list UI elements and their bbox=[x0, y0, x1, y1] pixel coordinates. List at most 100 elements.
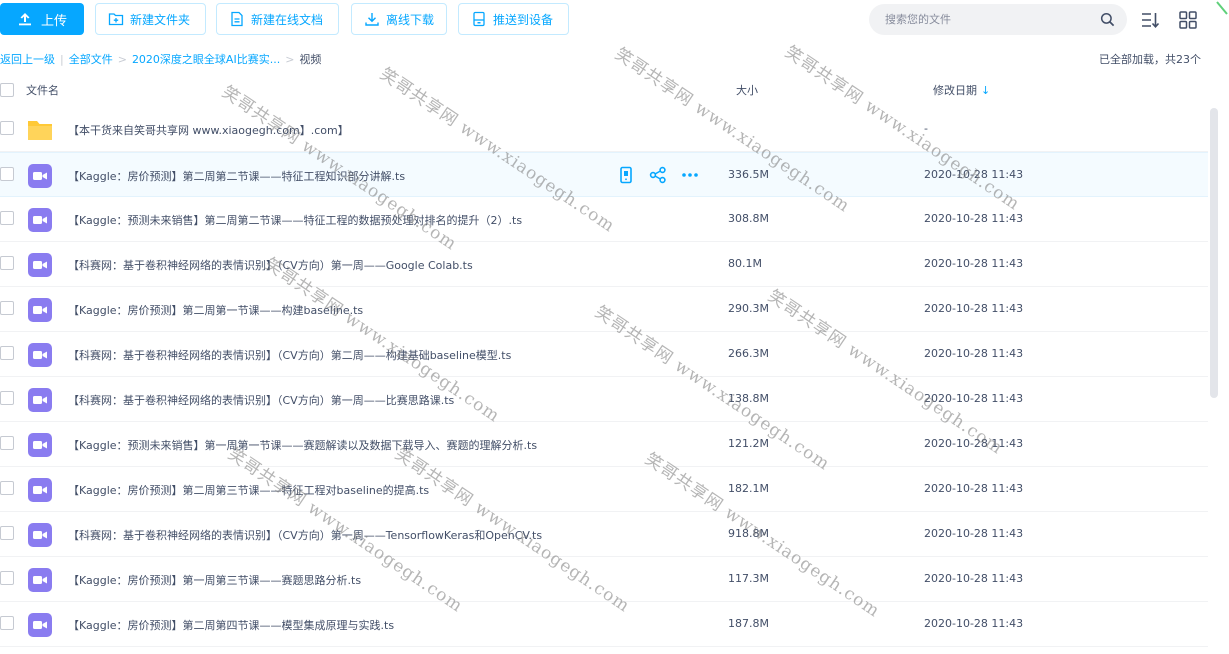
video-file-icon bbox=[28, 523, 52, 547]
video-file-icon bbox=[28, 388, 52, 412]
row-checkbox[interactable] bbox=[0, 121, 14, 135]
video-file-icon bbox=[28, 478, 52, 502]
file-name[interactable]: 【Kaggle：预测未来销售】第二周第二节课——特征工程的数据预处理对排名的提升… bbox=[68, 212, 522, 228]
grid-view-icon[interactable] bbox=[1178, 10, 1198, 30]
file-row[interactable]: 【Kaggle：房价预测】第二周第二节课——特征工程知识部分讲解.ts 336.… bbox=[0, 152, 1208, 197]
file-date: - bbox=[924, 122, 928, 135]
sort-down-arrow-icon: ↓ bbox=[981, 83, 991, 97]
file-name[interactable]: 【Kaggle：房价预测】第二周第一节课——构建baseline.ts bbox=[68, 302, 363, 318]
file-size: 336.5M bbox=[728, 168, 769, 181]
row-checkbox[interactable] bbox=[0, 346, 14, 360]
file-name[interactable]: 【Kaggle：房价预测】第一周第三节课——赛题思路分析.ts bbox=[68, 572, 361, 588]
row-checkbox[interactable] bbox=[0, 301, 14, 315]
file-name[interactable]: 【科赛网：基于卷积神经网络的表情识别】（CV方向）第一周——Tensorflow… bbox=[68, 527, 542, 543]
new-doc-label: 新建在线文档 bbox=[251, 12, 324, 27]
file-row[interactable]: 【Kaggle：房价预测】第二周第一节课——构建baseline.ts 290.… bbox=[0, 287, 1208, 332]
row-checkbox[interactable] bbox=[0, 391, 14, 405]
new-folder-label: 新建文件夹 bbox=[130, 12, 191, 27]
file-name[interactable]: 【本干货来自笑哥共享网 www.xiaogegh.com】.com】 bbox=[68, 122, 349, 138]
file-date: 2020-10-28 11:43 bbox=[924, 617, 1024, 630]
file-size: 308.8M bbox=[728, 212, 769, 225]
row-checkbox[interactable] bbox=[0, 436, 14, 450]
select-all-checkbox[interactable] bbox=[0, 83, 14, 97]
file-date: 2020-10-28 11:43 bbox=[924, 482, 1024, 495]
column-size[interactable]: 大小 bbox=[736, 82, 758, 98]
file-date: 2020-10-28 11:43 bbox=[924, 392, 1024, 405]
video-file-icon bbox=[28, 208, 52, 232]
file-date: 2020-10-28 11:43 bbox=[924, 527, 1024, 540]
file-row[interactable]: 【Kaggle：房价预测】第二周第四节课——模型集成原理与实践.ts 187.8… bbox=[0, 602, 1208, 647]
file-row[interactable]: 【科赛网：基于卷积神经网络的表情识别】（CV方向）第一周——Google Col… bbox=[0, 242, 1208, 287]
folder-link[interactable]: 2020深度之眼全球AI比赛实... bbox=[132, 51, 280, 67]
file-name[interactable]: 【Kaggle：房价预测】第二周第二节课——特征工程知识部分讲解.ts bbox=[68, 168, 405, 184]
push-device-label: 推送到设备 bbox=[493, 12, 554, 27]
file-size: 187.8M bbox=[728, 617, 769, 630]
file-date: 2020-10-28 11:43 bbox=[924, 212, 1024, 225]
file-row[interactable]: 【科赛网：基于卷积神经网络的表情识别】（CV方向）第一周——比赛思路课.ts 1… bbox=[0, 377, 1208, 422]
video-file-icon bbox=[28, 568, 52, 592]
breadcrumb: 返回上一级 | 全部文件 > 2020深度之眼全球AI比赛实... > 视频 bbox=[0, 51, 321, 67]
file-row[interactable]: 【Kaggle：预测未来销售】第二周第二节课——特征工程的数据预处理对排名的提升… bbox=[0, 197, 1208, 242]
file-row[interactable]: 【科赛网：基于卷积神经网络的表情识别】（CV方向）第一周——Tensorflow… bbox=[0, 512, 1208, 557]
search-box bbox=[869, 4, 1127, 35]
file-date: 2020-10-28 11:43 bbox=[924, 572, 1024, 585]
file-date: 2020-10-28 11:43 bbox=[924, 302, 1024, 315]
share-icon[interactable] bbox=[649, 166, 667, 184]
video-file-icon bbox=[28, 613, 52, 637]
video-file-icon bbox=[28, 343, 52, 367]
new-folder-button[interactable]: 新建文件夹 bbox=[95, 3, 206, 35]
video-file-icon bbox=[28, 298, 52, 322]
row-checkbox[interactable] bbox=[0, 256, 14, 270]
push-device-button[interactable]: 推送到设备 bbox=[458, 3, 569, 35]
file-size: 138.8M bbox=[728, 392, 769, 405]
file-row[interactable]: 【科赛网：基于卷积神经网络的表情识别】（CV方向）第二周——构建基础baseli… bbox=[0, 332, 1208, 377]
new-doc-button[interactable]: 新建在线文档 bbox=[216, 3, 339, 35]
file-date: 2020-10-28 11:43 bbox=[924, 168, 1024, 181]
video-file-icon bbox=[28, 164, 52, 188]
file-row[interactable]: 【Kaggle：房价预测】第一周第三节课——赛题思路分析.ts 117.3M 2… bbox=[0, 557, 1208, 602]
row-checkbox[interactable] bbox=[0, 167, 14, 181]
file-name[interactable]: 【Kaggle：房价预测】第二周第三节课——特征工程对baseline的提高.t… bbox=[68, 482, 429, 498]
chevron-right-icon: > bbox=[117, 52, 127, 66]
offline-download-button[interactable]: 离线下载 bbox=[351, 3, 447, 35]
file-size: 80.1M bbox=[728, 257, 762, 270]
file-name[interactable]: 【科赛网：基于卷积神经网络的表情识别】（CV方向）第一周——比赛思路课.ts bbox=[68, 392, 454, 408]
device-icon bbox=[473, 11, 485, 27]
file-name[interactable]: 【Kaggle：房价预测】第二周第四节课——模型集成原理与实践.ts bbox=[68, 617, 394, 633]
column-name[interactable]: 文件名 bbox=[26, 82, 59, 98]
file-name[interactable]: 【科赛网：基于卷积神经网络的表情识别】（CV方向）第二周——构建基础baseli… bbox=[68, 347, 511, 363]
document-icon bbox=[231, 11, 243, 27]
upload-icon bbox=[18, 13, 31, 26]
search-input[interactable] bbox=[885, 4, 1085, 35]
row-checkbox[interactable] bbox=[0, 211, 14, 225]
chevron-right-icon: > bbox=[285, 52, 295, 66]
file-name[interactable]: 【科赛网：基于卷积神经网络的表情识别】（CV方向）第一周——Google Col… bbox=[68, 257, 473, 273]
search-icon[interactable] bbox=[1100, 12, 1115, 27]
breadcrumb-separator: | bbox=[60, 52, 64, 66]
file-date: 2020-10-28 11:43 bbox=[924, 347, 1024, 360]
more-icon[interactable] bbox=[681, 166, 699, 184]
phone-icon[interactable] bbox=[617, 166, 635, 184]
file-size: 918.8M bbox=[728, 527, 769, 540]
column-date[interactable]: 修改日期 ↓ bbox=[933, 82, 990, 98]
back-link[interactable]: 返回上一级 bbox=[0, 51, 55, 67]
current-folder: 视频 bbox=[299, 53, 322, 66]
file-size: 182.1M bbox=[728, 482, 769, 495]
upload-button[interactable]: 上传 bbox=[0, 3, 84, 35]
row-checkbox[interactable] bbox=[0, 616, 14, 630]
toolbar: 上传 新建文件夹 新建在线文档 离线下载 推送到设备 bbox=[0, 0, 1229, 40]
folder-icon bbox=[28, 121, 52, 140]
file-row[interactable]: 【本干货来自笑哥共享网 www.xiaogegh.com】.com】 - bbox=[0, 107, 1208, 152]
file-name[interactable]: 【Kaggle：预测未来销售】第一周第一节课——赛题解读以及数据下载导入、赛题的… bbox=[68, 437, 537, 453]
row-checkbox[interactable] bbox=[0, 526, 14, 540]
file-row[interactable]: 【Kaggle：房价预测】第二周第三节课——特征工程对baseline的提高.t… bbox=[0, 467, 1208, 512]
row-checkbox[interactable] bbox=[0, 481, 14, 495]
file-size: 117.3M bbox=[728, 572, 769, 585]
sort-icon[interactable] bbox=[1140, 10, 1160, 30]
file-row[interactable]: 【Kaggle：预测未来销售】第一周第一节课——赛题解读以及数据下载导入、赛题的… bbox=[0, 422, 1208, 467]
offline-download-label: 离线下载 bbox=[386, 12, 435, 27]
row-checkbox[interactable] bbox=[0, 571, 14, 585]
list-header: 文件名 大小 修改日期 ↓ bbox=[0, 80, 1206, 99]
all-files-link[interactable]: 全部文件 bbox=[69, 51, 113, 67]
scrollbar[interactable] bbox=[1210, 108, 1218, 398]
